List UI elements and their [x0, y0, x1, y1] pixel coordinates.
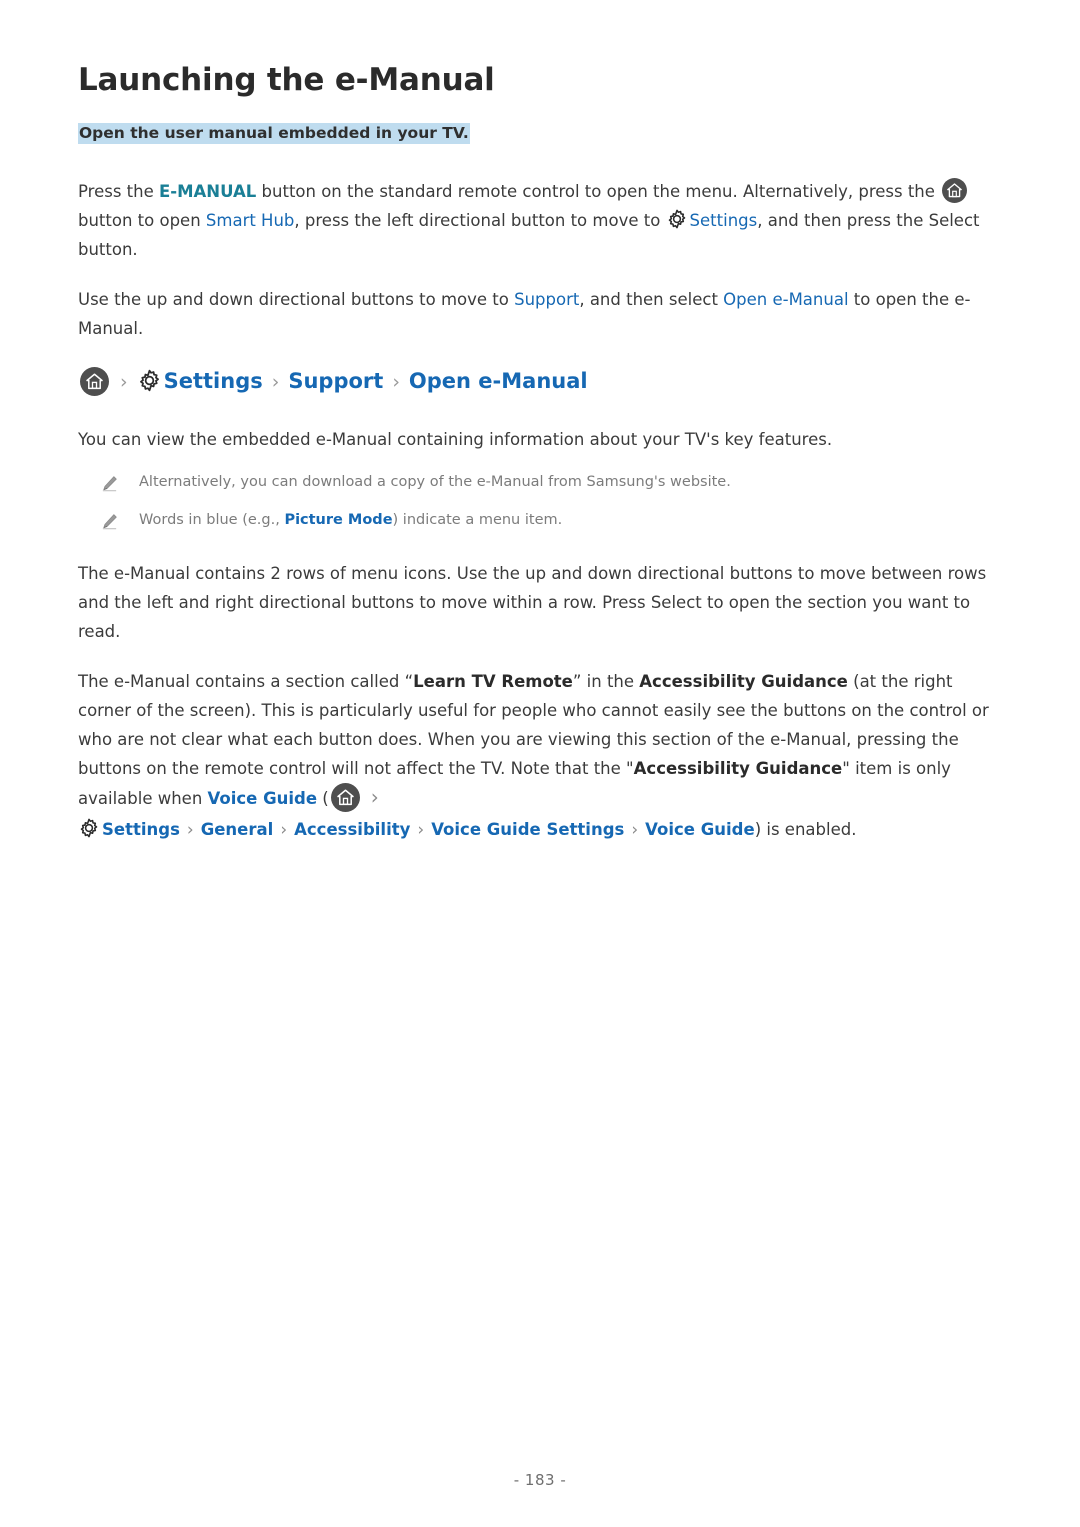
- paragraph-press-emanual: Press the E-MANUAL button on the standar…: [78, 177, 1002, 264]
- p3-text: You can view the embedded e-Manual conta…: [78, 430, 833, 450]
- bold-accessibility-guidance: Accessibility Guidance: [639, 672, 848, 692]
- chevron-right-icon: ›: [271, 371, 280, 394]
- p1-text-3: button to open: [78, 211, 206, 231]
- note-text: Words in blue (e.g., Picture Mode) indic…: [139, 509, 562, 531]
- breadcrumb: › Settings › Support › Open e-Manual: [78, 364, 1002, 399]
- chevron-right-icon: ›: [392, 371, 400, 394]
- chevron-right-icon: ›: [370, 785, 379, 810]
- pencil-icon: [100, 512, 119, 531]
- p1-text-4: , press the left directional button to m…: [294, 211, 666, 231]
- chevron-right-icon: ›: [417, 820, 425, 841]
- note-1-text-before: Words in blue (e.g.,: [139, 512, 285, 529]
- link-support[interactable]: Support: [514, 290, 579, 309]
- p5-text-1: The e-Manual contains a section called “: [78, 672, 414, 692]
- gear-icon: [137, 368, 162, 393]
- document-page: Launching the e-Manual Open the user man…: [0, 0, 1080, 1527]
- p4-text: The e-Manual contains 2 rows of menu ico…: [78, 564, 987, 642]
- home-icon[interactable]: [330, 783, 360, 813]
- bold-accessibility-guidance-2: Accessibility Guidance: [633, 759, 843, 779]
- bold-learn-tv-remote: Learn TV Remote: [413, 672, 573, 692]
- inline-settings-path: Settings › General › Accessibility › Voice Gui…: [78, 815, 1002, 845]
- paragraph-learn-tv-remote: The e-Manual contains a section called “…: [78, 667, 1002, 813]
- page-number: - 183 -: [513, 1471, 567, 1489]
- p5-text-2: ” in the: [572, 672, 640, 692]
- breadcrumb-item-settings[interactable]: Settings: [164, 369, 263, 393]
- p2-text-2: , and then select: [579, 290, 724, 310]
- inline-path-item-general[interactable]: General: [201, 820, 274, 839]
- p1-text-2: button on the standard remote control to…: [256, 182, 941, 202]
- subtitle-row: Open the user manual embedded in your TV…: [78, 121, 1002, 145]
- note-0-text-before: Alternatively, you can download a copy o…: [139, 474, 731, 491]
- note-text: Alternatively, you can download a copy o…: [139, 471, 731, 493]
- home-icon[interactable]: [80, 367, 109, 397]
- gear-icon: [78, 817, 100, 839]
- chevron-right-icon: ›: [120, 371, 128, 394]
- inline-path-item-voice-guide-settings[interactable]: Voice Guide Settings: [431, 820, 624, 839]
- note-item: Alternatively, you can download a copy o…: [78, 471, 1002, 493]
- breadcrumb-item-open-e-manual[interactable]: Open e-Manual: [409, 369, 588, 393]
- p5-text-5: (: [317, 789, 329, 809]
- paragraph-menu-icon-rows: The e-Manual contains 2 rows of menu ico…: [78, 559, 1002, 646]
- home-icon[interactable]: [942, 178, 968, 204]
- link-voice-guide[interactable]: Voice Guide: [208, 789, 318, 808]
- link-settings-inline[interactable]: Settings: [690, 211, 758, 230]
- inline-path-item-settings[interactable]: Settings: [102, 820, 180, 839]
- link-e-manual[interactable]: E-MANUAL: [159, 182, 256, 201]
- p2-text-1: Use the up and down directional buttons …: [78, 290, 515, 310]
- breadcrumb-item-support[interactable]: Support: [288, 369, 383, 393]
- chevron-right-icon: ›: [280, 820, 288, 841]
- inline-path-item-voice-guide[interactable]: Voice Guide: [645, 820, 755, 839]
- page-subtitle: Open the user manual embedded in your TV…: [78, 123, 470, 145]
- pencil-icon: [100, 474, 119, 493]
- gear-icon: [666, 208, 688, 230]
- inline-path-item-accessibility[interactable]: Accessibility: [294, 820, 410, 839]
- p1-text-1: Press the: [78, 182, 159, 202]
- link-picture-mode[interactable]: Picture Mode: [284, 512, 392, 528]
- inline-path-tail: ) is enabled.: [754, 820, 857, 840]
- paragraph-navigate-support: Use the up and down directional buttons …: [78, 285, 1002, 343]
- chevron-right-icon: ›: [631, 820, 639, 841]
- note-item: Words in blue (e.g., Picture Mode) indic…: [78, 509, 1002, 531]
- link-smart-hub[interactable]: Smart Hub: [206, 211, 295, 230]
- link-open-e-manual[interactable]: Open e-Manual: [723, 290, 848, 309]
- paragraph-view-embedded: You can view the embedded e-Manual conta…: [78, 425, 1002, 454]
- chevron-right-icon: ›: [186, 820, 194, 841]
- note-1-text-after: ) indicate a menu item.: [392, 512, 563, 529]
- page-title: Launching the e-Manual: [78, 62, 495, 98]
